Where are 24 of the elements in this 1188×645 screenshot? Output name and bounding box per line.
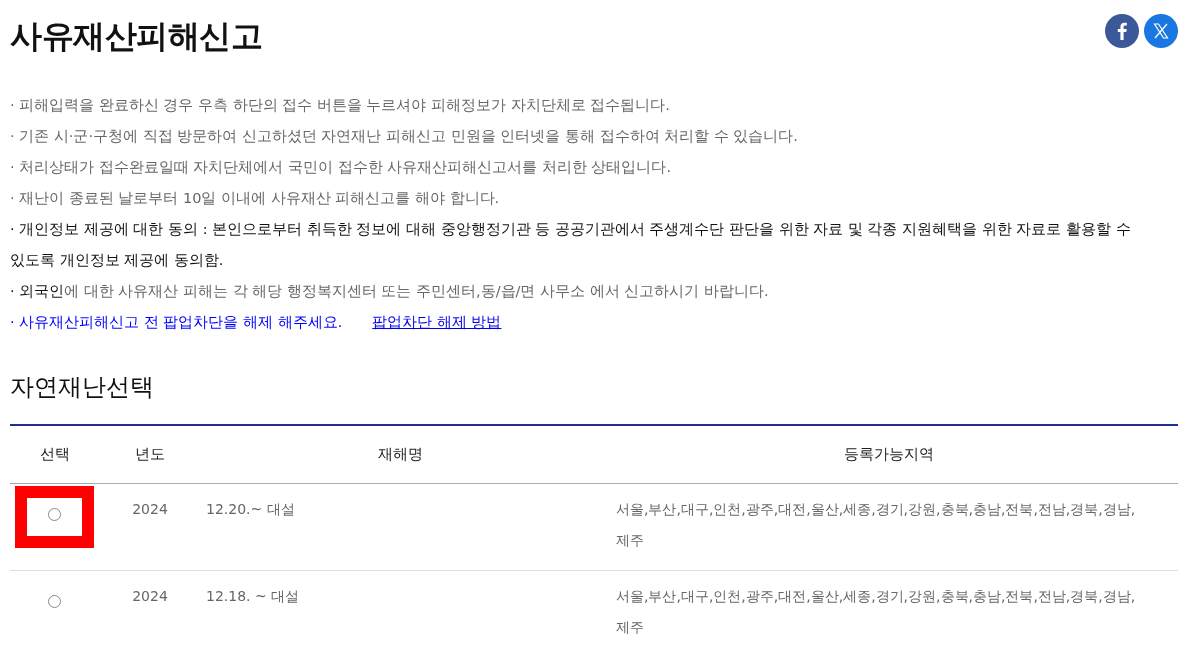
table-cell: 12.20.~ 대설 xyxy=(200,483,600,571)
column-header: 재해명 xyxy=(200,425,600,484)
x-logo-icon[interactable] xyxy=(1144,14,1178,48)
page-title: 사유재산피해신고 xyxy=(10,16,262,57)
popup-help-link[interactable]: 팝업차단 해제 방법 xyxy=(372,314,502,330)
column-header: 년도 xyxy=(100,425,200,484)
column-header: 선택 xyxy=(10,425,100,484)
radio-button[interactable] xyxy=(48,508,61,521)
table-cell: 2024 xyxy=(100,483,200,571)
notice-text: · 기존 시·군·구청에 직접 방문하여 신고하셨던 자연재난 피해신고 민원을 인터넷을 통해 접수하여 처리할 수 있습니다. xyxy=(10,127,799,146)
notice-text: · 처리상태가 접수완료일때 자치단체에서 국민이 접수한 사유재산피해신고서를 처리한 상태입니다. xyxy=(10,158,673,177)
table-cell: 12.18. ~ 대설 xyxy=(200,570,600,645)
popup-notice-text: · 사유재산피해신고 전 팝업차단을 해제 해주세요. xyxy=(10,314,343,330)
table-cell: 서울,부산,대구,인천,광주,대전,울산,세종,경기,강원,충북,충남,전북,전남,경북,경남,제주 xyxy=(600,570,1178,645)
notice-text: · 피해입력을 완료하신 경우 우측 하단의 접수 버튼을 누르셔야 피해정보가 자치단체로 접수됩니다. xyxy=(10,96,671,115)
table-cell: 2024 xyxy=(100,570,200,645)
table-cell: 서울,부산,대구,인천,광주,대전,울산,세종,경기,강원,충북,충남,전북,전남,경북,경남,제주 xyxy=(600,483,1178,571)
notice-text: · 재난이 종료된 날로부터 10일 이내에 사유재산 피해신고를 해야 합니다. xyxy=(10,189,501,208)
notice-text: · 외국인 에 대한 사유재산 피해는 각 해당 행정복지센터 또는 주민센터,동/읍/면 사무소 에서 신고하시기 바랍니다. xyxy=(10,282,770,301)
section-title: 자연재난선택 xyxy=(10,372,155,403)
radio-button[interactable] xyxy=(48,595,61,608)
consent-notice-text: · 개인정보 제공에 대한 동의 : 본인으로부터 취득한 정보에 대해 중앙행정기관 등 공공기관에서 주생계수단 판단을 위한 자료 및 각종 지원혜택을 위한 자료로 활용할 수 있도록 개인정보 제공에 동의함. xyxy=(10,220,1132,270)
f-logo-icon[interactable] xyxy=(1105,14,1139,48)
column-header: 등록가능지역 xyxy=(600,425,1178,484)
